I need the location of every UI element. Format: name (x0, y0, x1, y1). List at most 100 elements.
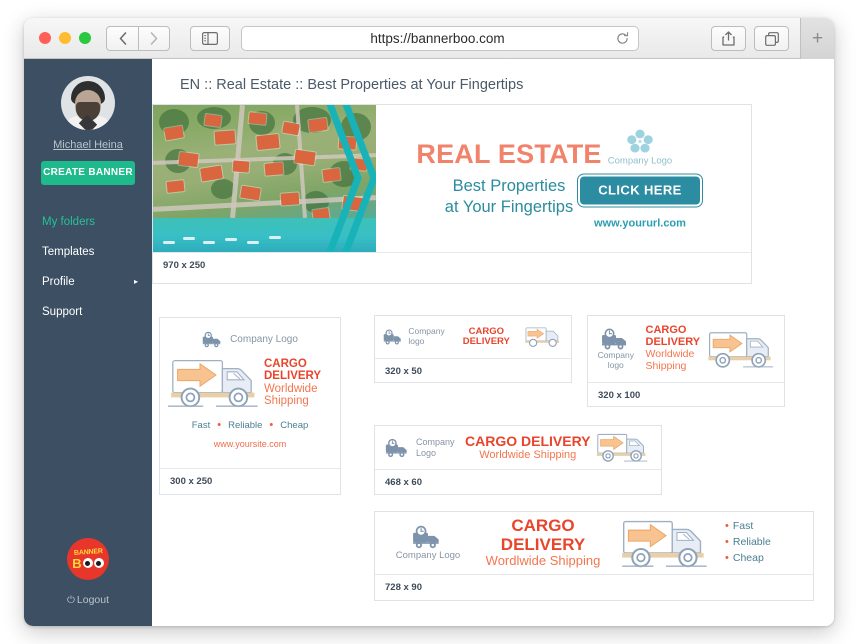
flower-logo-icon (627, 129, 653, 152)
user-name[interactable]: Michael Heina (24, 139, 152, 151)
feature-item: • Reliable (725, 535, 799, 551)
share-button[interactable] (711, 26, 746, 51)
bullet-icon: • (725, 520, 729, 533)
new-tab-button[interactable]: + (800, 18, 834, 59)
feature-item: Cheap (280, 419, 309, 431)
browser-titlebar: https://bannerboo.com + (24, 18, 834, 59)
company-logo-line-2: logo (607, 359, 624, 370)
truck-clock-logo-icon (385, 438, 407, 457)
brand-top-text: BANNER (73, 547, 103, 557)
show-tabs-button[interactable] (754, 26, 789, 51)
sidebar-item-profile[interactable]: Profile ▸ (24, 267, 152, 297)
chevron-right-icon: ▸ (133, 277, 138, 286)
logout-label: Logout (76, 594, 110, 606)
chevron-left-icon (119, 32, 126, 45)
create-banner-button[interactable]: CREATE BANNER (41, 161, 135, 185)
cargo-subtitle: Worldwide Shipping (479, 448, 577, 461)
features-row: Fast • Reliable • Cheap (160, 419, 340, 431)
bullet-icon: • (217, 419, 222, 431)
banner-card-970x250[interactable]: REAL ESTATE Best Properties at Your Fing… (152, 104, 752, 284)
close-window-button[interactable] (39, 32, 51, 44)
bannerboo-logo: BANNER B (67, 538, 109, 580)
banner-size-label: 320 x 50 (375, 358, 571, 424)
click-here-button[interactable]: CLICK HERE (580, 176, 700, 204)
cargo-subtitle-2: Shipping (264, 395, 309, 408)
banner-card-468x60[interactable]: Company Logo CARGO DELIVERY Worldwide Sh… (374, 425, 662, 495)
banner-card-320x50[interactable]: Company logo CARGO DELIVERY 320 x 50 (374, 315, 572, 383)
feature-item: Reliable (228, 419, 263, 431)
truck-clock-logo-icon (202, 331, 221, 348)
truck-clock-logo-icon (413, 525, 439, 548)
cargo-subtitle-1: Worldwide (264, 382, 318, 395)
reload-icon (616, 32, 628, 44)
company-logo-label: Company Logo (230, 333, 298, 345)
feature-label: Reliable (732, 536, 771, 549)
truck-and-text-row: CARGO DELIVERY Worldwide Shipping (160, 348, 340, 412)
banner-card-728x90[interactable]: Company Logo CARGO DELIVERY Wordlwide Sh… (374, 511, 814, 601)
logo-block: Company Logo (389, 525, 467, 562)
banner-preview: Company logo CARGO DELIVERY (375, 316, 571, 358)
banner-preview: Company Logo CARGO DELIVERY Worldwide Sh… (160, 318, 340, 468)
sidebar-item-templates[interactable]: Templates (24, 237, 152, 267)
delivery-truck-illustration (168, 359, 258, 408)
banner-size-label: 300 x 250 (160, 468, 340, 626)
hero-cta-block: Company Logo CLICK HERE www.yoururl.com (565, 128, 715, 229)
banner-card-300x250[interactable]: Company Logo CARGO DELIVERY Worldwide Sh… (159, 317, 341, 495)
sidebar-item-my-folders[interactable]: My folders (24, 207, 152, 237)
browser-window: https://bannerboo.com + Michael Heina CR… (24, 18, 834, 626)
banner-preview: Company Logo CARGO DELIVERY Wordlwide Sh… (375, 512, 813, 574)
sidebar-item-label: Support (42, 306, 83, 318)
cargo-text-block: CARGO DELIVERY Worldwide Shipping (645, 324, 701, 372)
delivery-truck-illustration (525, 327, 560, 348)
chevron-stripe-icon (326, 105, 376, 252)
banner-preview: REAL ESTATE Best Properties at Your Fing… (153, 105, 751, 252)
brand-eye-icon (82, 558, 93, 568)
page-viewport: Michael Heina CREATE BANNER My folders T… (24, 59, 834, 626)
sidebar-item-support[interactable]: Support (24, 297, 152, 327)
avatar (61, 76, 115, 130)
power-icon: ⏻ (66, 595, 75, 606)
reload-button[interactable] (611, 32, 633, 45)
banner-url: www.yoursite.com (213, 439, 287, 449)
banner-card-320x100[interactable]: Company logo CARGO DELIVERY Worldwide Sh… (587, 315, 785, 407)
maximize-window-button[interactable] (79, 32, 91, 44)
brand-letter-b: B (72, 555, 82, 571)
sidebar-nav: My folders Templates Profile ▸ Support (24, 207, 152, 327)
window-traffic-lights (39, 32, 91, 44)
forward-button[interactable] (138, 26, 170, 51)
toggle-sidebar-button[interactable] (190, 26, 230, 51)
feature-item: • Cheap (725, 551, 799, 567)
cargo-subtitle-2: Shipping (645, 359, 687, 372)
company-logo-label: Company logo (594, 350, 638, 371)
cargo-subtitle: Wordlwide Shipping (485, 553, 601, 569)
company-logo-label: Company Logo (416, 437, 455, 458)
feature-item: • Fast (725, 519, 799, 535)
cargo-title-2: DELIVERY (462, 336, 510, 347)
feature-item: Fast (191, 419, 211, 431)
logout-button[interactable]: ⏻ Logout (24, 594, 152, 606)
url-text: https://bannerboo.com (370, 31, 505, 46)
truck-clock-logo-icon (601, 328, 626, 350)
back-button[interactable] (106, 26, 138, 51)
cargo-title: CARGO DELIVERY (465, 432, 591, 449)
share-icon (722, 31, 735, 46)
company-logo-line-1: Company (416, 437, 455, 448)
logo-row: Company Logo (160, 318, 340, 348)
delivery-truck-illustration (596, 433, 648, 462)
minimize-window-button[interactable] (59, 32, 71, 44)
delivery-truck-illustration (622, 520, 707, 567)
chevron-stripes (324, 105, 376, 252)
tabs-icon (764, 31, 779, 46)
address-bar[interactable]: https://bannerboo.com (241, 26, 639, 51)
company-logo-line-2: Logo (416, 447, 437, 458)
feature-label: Fast (732, 520, 754, 533)
sidebar-item-label: Profile (42, 276, 75, 288)
brand-eye-icon (93, 558, 104, 568)
delivery-truck-illustration (708, 331, 774, 368)
cargo-text-block: CARGO DELIVERY Worldwide Shipping (264, 358, 321, 409)
cargo-title-2: DELIVERY (264, 370, 322, 383)
banner-preview: Company logo CARGO DELIVERY Worldwide Sh… (588, 316, 784, 382)
features-list: • Fast • Reliable • Cheap (725, 519, 799, 567)
chevron-right-icon (150, 32, 158, 45)
cargo-text-block: CARGO DELIVERY Wordlwide Shipping (467, 517, 619, 568)
